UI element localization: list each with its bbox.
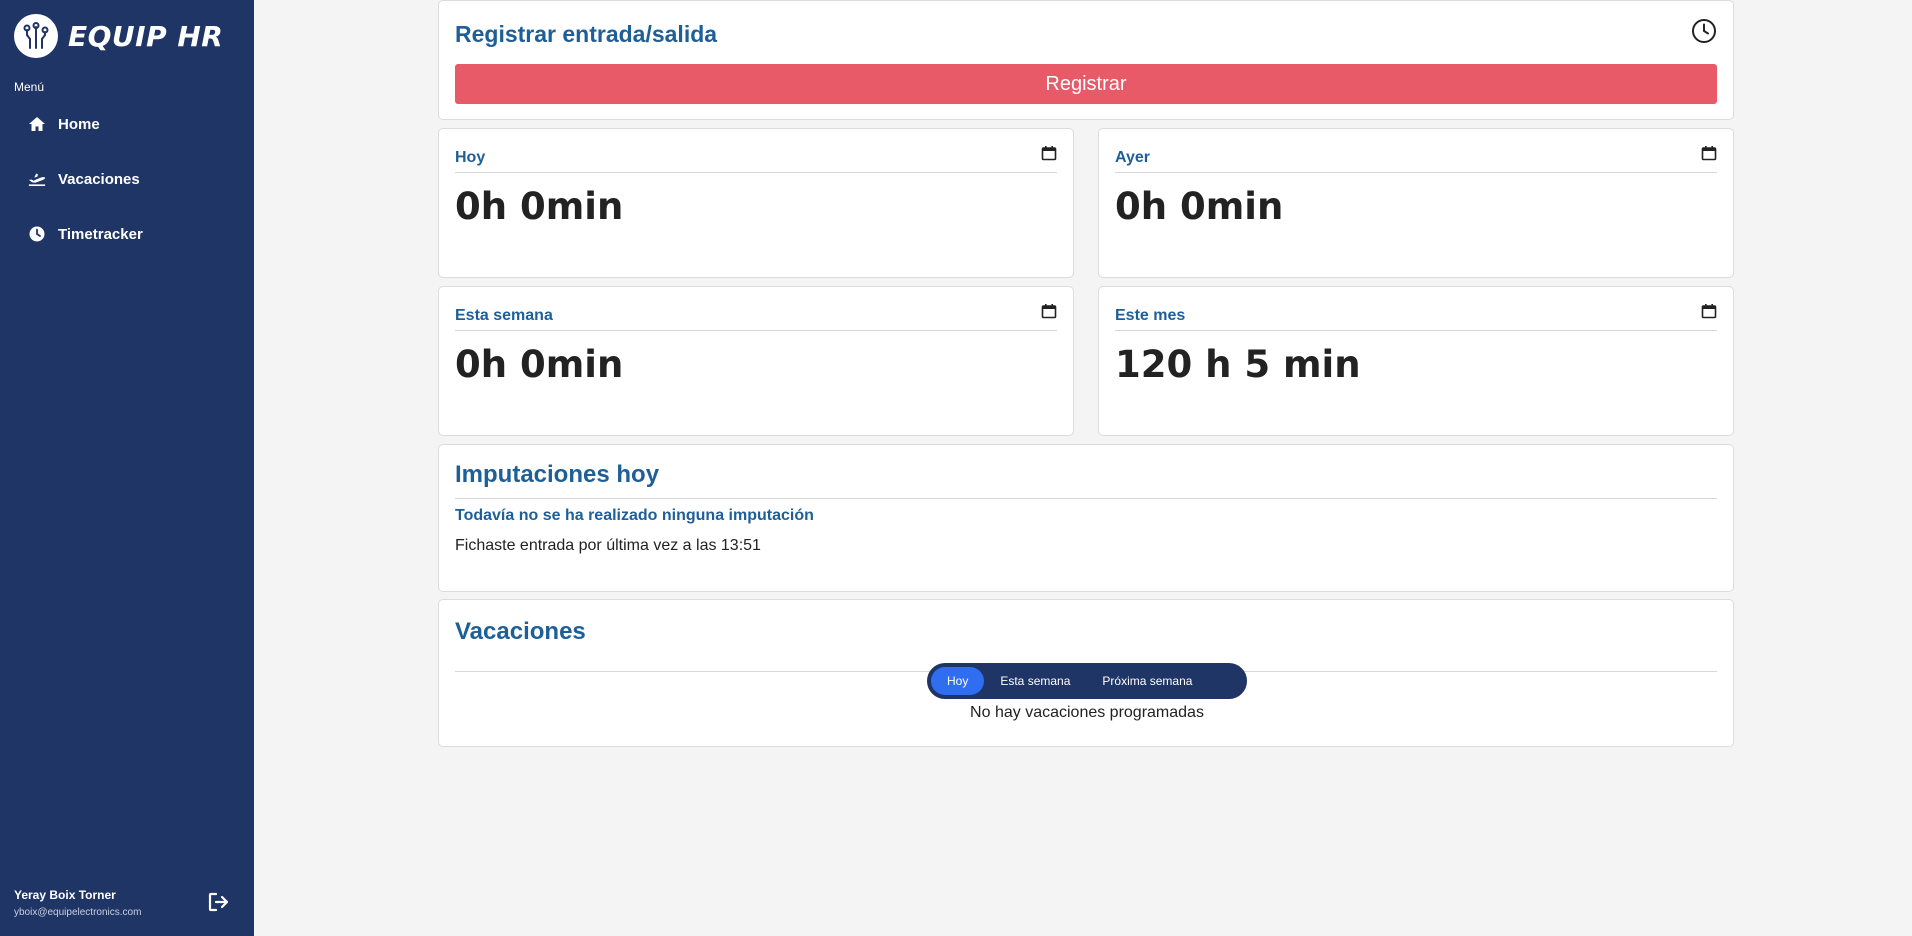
logout-icon[interactable]	[208, 892, 232, 916]
user-info: Yeray Boix Torner yboix@equipelectronics…	[14, 888, 141, 918]
stat-header: Hoy	[455, 145, 1057, 173]
vacaciones-card: Vacaciones Hoy Esta semana Próxima seman…	[438, 599, 1734, 747]
stat-card-hoy: Hoy 0h 0min	[438, 128, 1074, 278]
register-card: Registrar entrada/salida Registrar	[438, 0, 1734, 120]
clock-icon	[28, 225, 46, 243]
stat-value: 0h 0min	[455, 185, 624, 228]
calendar-icon	[1701, 145, 1717, 163]
imputaciones-empty-message: Todavía no se ha realizado ninguna imput…	[455, 507, 814, 524]
sidebar-item-label: Vacaciones	[58, 170, 140, 188]
stat-value: 0h 0min	[1115, 185, 1284, 228]
clock-icon	[1691, 18, 1717, 44]
tab-esta-semana[interactable]: Esta semana	[984, 667, 1086, 695]
calendar-icon	[1701, 303, 1717, 321]
sidebar-nav: Home Vacaciones Timetracker	[0, 104, 254, 269]
menu-title: Menú	[14, 80, 45, 94]
vacaciones-tabs: Hoy Esta semana Próxima semana	[927, 663, 1247, 699]
stat-header: Ayer	[1115, 145, 1717, 173]
sidebar: EQUIP HR Menú Home Vacaciones Timetracke…	[0, 0, 254, 936]
stat-card-ayer: Ayer 0h 0min	[1098, 128, 1734, 278]
sidebar-item-label: Timetracker	[58, 225, 143, 243]
imputaciones-card: Imputaciones hoy Todavía no se ha realiz…	[438, 444, 1734, 592]
stat-card-semana: Esta semana 0h 0min	[438, 286, 1074, 436]
home-icon	[28, 115, 46, 133]
sidebar-item-timetracker[interactable]: Timetracker	[0, 214, 254, 254]
section-header: Imputaciones hoy	[455, 461, 1717, 499]
imputaciones-title: Imputaciones hoy	[455, 461, 660, 488]
stat-header: Esta semana	[455, 303, 1057, 331]
brand[interactable]: EQUIP HR	[14, 14, 223, 58]
stat-label: Hoy	[455, 149, 486, 166]
vacaciones-empty-message: No hay vacaciones programadas	[970, 704, 1204, 721]
brand-name: EQUIP HR	[68, 19, 224, 53]
register-button[interactable]: Registrar	[455, 64, 1717, 104]
tab-proxima-semana[interactable]: Próxima semana	[1086, 667, 1208, 695]
plane-icon	[28, 170, 46, 188]
stat-value: 120 h 5 min	[1115, 343, 1361, 386]
sidebar-item-label: Home	[58, 115, 100, 133]
calendar-icon	[1041, 303, 1057, 321]
user-email: yboix@equipelectronics.com	[14, 907, 142, 918]
stat-header: Este mes	[1115, 303, 1717, 331]
stat-value: 0h 0min	[455, 343, 624, 386]
sidebar-item-vacaciones[interactable]: Vacaciones	[0, 159, 254, 199]
vacaciones-title: Vacaciones	[455, 618, 586, 645]
last-entry-text: Fichaste entrada por última vez a las 13…	[455, 537, 761, 554]
stat-label: Este mes	[1115, 307, 1186, 324]
register-title: Registrar entrada/salida	[455, 21, 718, 47]
stat-label: Ayer	[1115, 149, 1150, 166]
brand-logo-icon	[14, 14, 58, 58]
calendar-icon	[1041, 145, 1057, 163]
stat-label: Esta semana	[455, 307, 553, 324]
tab-hoy[interactable]: Hoy	[931, 667, 985, 695]
sidebar-item-home[interactable]: Home	[0, 104, 254, 144]
user-name: Yeray Boix Torner	[14, 888, 116, 902]
stat-card-mes: Este mes 120 h 5 min	[1098, 286, 1734, 436]
